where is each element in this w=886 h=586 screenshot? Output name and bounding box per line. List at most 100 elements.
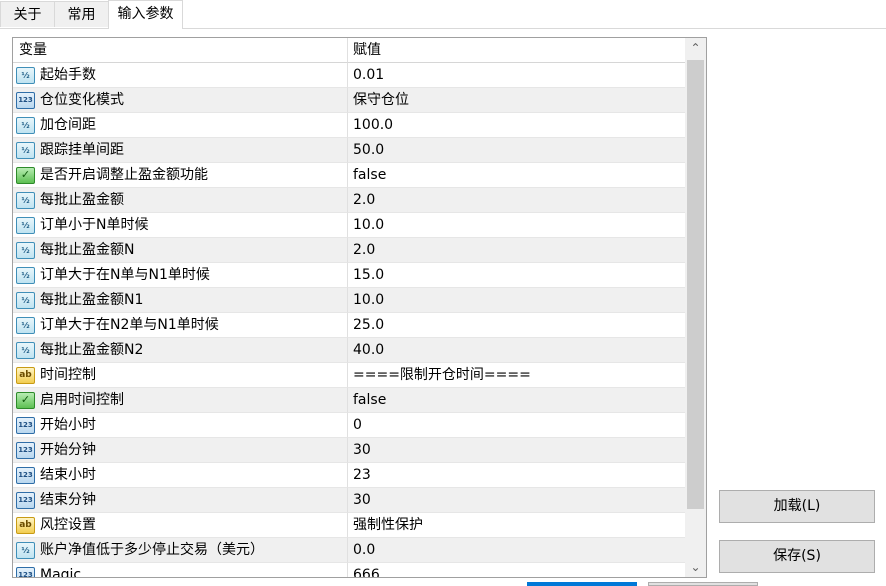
param-name-cell[interactable]: 123 结束分钟	[13, 488, 348, 513]
scroll-up-arrow-icon[interactable]: ⌃	[685, 38, 706, 58]
param-name-cell[interactable]: ½ 账户净值低于多少停止交易（美元）	[13, 538, 348, 563]
tab-input-parameters[interactable]: 输入参数	[108, 0, 183, 29]
tab-about[interactable]: 关于	[0, 1, 55, 27]
int-icon: 123	[16, 92, 35, 109]
param-name-cell[interactable]: ✓ 启用时间控制	[13, 388, 348, 413]
vertical-scrollbar[interactable]: ⌃ ⌄	[685, 38, 706, 577]
param-value[interactable]: 强制性保护	[348, 513, 685, 538]
table-row[interactable]: ½ 订单大于在N2单与N1单时候 25.0	[13, 313, 685, 338]
table-row[interactable]: ½ 每批止盈金额N1 10.0	[13, 288, 685, 313]
param-name-cell[interactable]: ab 时间控制	[13, 363, 348, 388]
param-name-cell[interactable]: 123 开始小时	[13, 413, 348, 438]
param-name-cell[interactable]: ½ 加仓间距	[13, 113, 348, 138]
double-icon: ½	[16, 317, 35, 334]
param-name-cell[interactable]: ✓ 是否开启调整止盈金额功能	[13, 163, 348, 188]
scroll-down-arrow-icon[interactable]: ⌄	[685, 557, 706, 577]
param-name-cell[interactable]: 123 Magic	[13, 563, 348, 577]
param-name: 每批止盈金额N1	[40, 292, 144, 308]
param-name-cell[interactable]: ½ 跟踪挂单间距	[13, 138, 348, 163]
param-value[interactable]: 2.0	[348, 188, 685, 213]
param-name: 账户净值低于多少停止交易（美元）	[40, 542, 264, 558]
param-name: 每批止盈金额N	[40, 242, 135, 258]
param-value[interactable]: 0.01	[348, 63, 685, 88]
param-name-cell[interactable]: ½ 订单大于在N2单与N1单时候	[13, 313, 348, 338]
table-row[interactable]: ½ 每批止盈金额N 2.0	[13, 238, 685, 263]
param-value[interactable]: 0	[348, 413, 685, 438]
header-variable: 变量	[19, 42, 47, 58]
table-row[interactable]: ½ 每批止盈金额 2.0	[13, 188, 685, 213]
param-value[interactable]: 保守仓位	[348, 88, 685, 113]
table-row[interactable]: ½ 账户净值低于多少停止交易（美元） 0.0	[13, 538, 685, 563]
double-icon: ½	[16, 117, 35, 134]
param-name-cell[interactable]: 123 结束小时	[13, 463, 348, 488]
cancel-button[interactable]	[648, 582, 758, 586]
param-value[interactable]: 10.0	[348, 213, 685, 238]
table-row[interactable]: ab 风控设置 强制性保护	[13, 513, 685, 538]
param-name-cell[interactable]: ½ 订单小于N单时候	[13, 213, 348, 238]
table-row[interactable]: 123 开始分钟 30	[13, 438, 685, 463]
table-row[interactable]: ½ 订单小于N单时候 10.0	[13, 213, 685, 238]
param-value[interactable]: 50.0	[348, 138, 685, 163]
table-row[interactable]: ½ 每批止盈金额N2 40.0	[13, 338, 685, 363]
table-row[interactable]: ½ 跟踪挂单间距 50.0	[13, 138, 685, 163]
table-row[interactable]: ½ 起始手数 0.01	[13, 63, 685, 88]
param-value[interactable]: ====限制开仓时间====	[348, 363, 685, 388]
param-value[interactable]: 15.0	[348, 263, 685, 288]
param-value[interactable]: 25.0	[348, 313, 685, 338]
param-name-cell[interactable]: ½ 每批止盈金额N2	[13, 338, 348, 363]
param-name: 加仓间距	[40, 117, 96, 133]
parameters-table: 变量 赋值 ½ 起始手数 0.01 123 仓位变化模式 保守仓位 ½ 加仓间距 100.0 ½ 跟…	[12, 37, 707, 578]
load-button[interactable]: 加载(L)	[719, 490, 875, 523]
table-header: 变量 赋值	[13, 38, 685, 63]
param-name: 起始手数	[40, 67, 96, 83]
param-value[interactable]: 30	[348, 488, 685, 513]
table-row[interactable]: ✓ 是否开启调整止盈金额功能 false	[13, 163, 685, 188]
param-name: 结束小时	[40, 467, 96, 483]
param-name-cell[interactable]: 123 开始分钟	[13, 438, 348, 463]
param-name-cell[interactable]: ½ 起始手数	[13, 63, 348, 88]
ok-button[interactable]	[527, 582, 637, 586]
param-value[interactable]: 40.0	[348, 338, 685, 363]
param-name-cell[interactable]: ½ 每批止盈金额	[13, 188, 348, 213]
string-icon: ab	[16, 517, 35, 534]
header-value[interactable]: 赋值	[348, 38, 685, 63]
param-name: 结束分钟	[40, 492, 96, 508]
param-value[interactable]: 23	[348, 463, 685, 488]
double-icon: ½	[16, 217, 35, 234]
scrollbar-thumb[interactable]	[687, 60, 704, 509]
param-value[interactable]: 0.0	[348, 538, 685, 563]
save-button[interactable]: 保存(S)	[719, 540, 875, 573]
param-name: 启用时间控制	[40, 392, 124, 408]
param-name: 时间控制	[40, 367, 96, 383]
double-icon: ½	[16, 142, 35, 159]
param-value[interactable]: 30	[348, 438, 685, 463]
bool-icon: ✓	[16, 167, 35, 184]
table-row[interactable]: 123 Magic 666	[13, 563, 685, 577]
table-row[interactable]: 123 结束分钟 30	[13, 488, 685, 513]
table-row[interactable]: 123 仓位变化模式 保守仓位	[13, 88, 685, 113]
tab-common[interactable]: 常用	[54, 1, 109, 27]
param-value[interactable]: false	[348, 388, 685, 413]
table-row[interactable]: ✓ 启用时间控制 false	[13, 388, 685, 413]
param-name-cell[interactable]: ½ 订单大于在N单与N1单时候	[13, 263, 348, 288]
param-name-cell[interactable]: ½ 每批止盈金额N	[13, 238, 348, 263]
param-value[interactable]: 2.0	[348, 238, 685, 263]
param-name-cell[interactable]: 123 仓位变化模式	[13, 88, 348, 113]
table-row[interactable]: 123 开始小时 0	[13, 413, 685, 438]
string-icon: ab	[16, 367, 35, 384]
int-icon: 123	[16, 417, 35, 434]
double-icon: ½	[16, 242, 35, 259]
header-variable-cell[interactable]: 变量	[13, 38, 348, 63]
int-icon: 123	[16, 467, 35, 484]
param-name-cell[interactable]: ½ 每批止盈金额N1	[13, 288, 348, 313]
param-value[interactable]: 100.0	[348, 113, 685, 138]
table-row[interactable]: ab 时间控制 ====限制开仓时间====	[13, 363, 685, 388]
table-row[interactable]: ½ 订单大于在N单与N1单时候 15.0	[13, 263, 685, 288]
param-name: 开始小时	[40, 417, 96, 433]
param-name-cell[interactable]: ab 风控设置	[13, 513, 348, 538]
param-value[interactable]: 10.0	[348, 288, 685, 313]
param-value[interactable]: 666	[348, 563, 685, 577]
table-row[interactable]: ½ 加仓间距 100.0	[13, 113, 685, 138]
param-value[interactable]: false	[348, 163, 685, 188]
table-row[interactable]: 123 结束小时 23	[13, 463, 685, 488]
